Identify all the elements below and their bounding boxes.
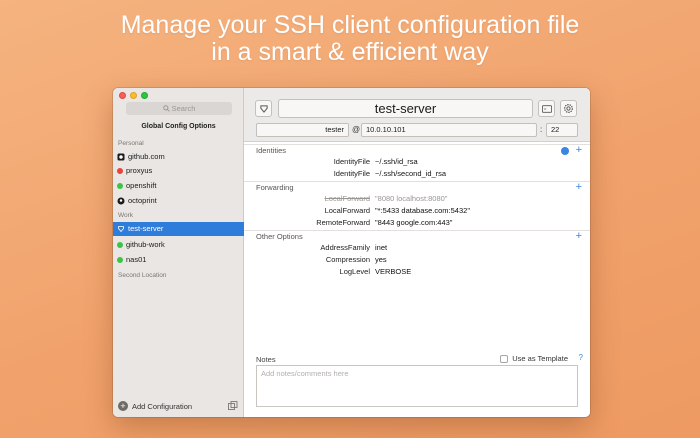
minimize-window-button[interactable]	[130, 92, 137, 99]
option-value[interactable]: "8080 localhost:8080"	[375, 193, 447, 205]
plus-icon: +	[118, 401, 128, 411]
port-field[interactable]: 22	[546, 123, 578, 137]
terminal-button[interactable]	[538, 100, 555, 117]
option-value[interactable]: VERBOSE	[375, 266, 411, 278]
option-key: LocalForward	[324, 194, 370, 203]
sidebar-item-octoprint[interactable]: octoprint	[113, 194, 244, 208]
headline: Manage your SSH client configuration fil…	[0, 12, 700, 66]
option-value[interactable]: "8443 google.com:443"	[375, 217, 452, 229]
octoprint-icon	[117, 197, 125, 205]
option-key: IdentityFile	[333, 169, 370, 178]
hostname-field[interactable]: 10.0.10.101	[361, 123, 537, 137]
group-header-other-options: Other Options +	[244, 230, 590, 242]
sidebar-item-label: proxyus	[126, 166, 153, 175]
server-icon	[118, 226, 124, 233]
add-option-button[interactable]: +	[576, 230, 582, 242]
option-value[interactable]: "*:5433 database.com:5432"	[375, 205, 470, 217]
section-header-work: Work	[118, 212, 134, 219]
option-row[interactable]: RemoteForward "8443 google.com:443"	[244, 217, 590, 229]
sidebar-item-label: openshift	[126, 181, 157, 190]
use-as-template-toggle[interactable]: Use as Template	[500, 354, 568, 363]
host-toolbar: test-server tester @ 10.0.10.101 : 22	[244, 88, 590, 142]
sidebar-item-label: test-server	[128, 224, 164, 233]
sidebar-item-label: octoprint	[128, 196, 157, 205]
window-controls	[119, 92, 148, 99]
group-title: Forwarding	[256, 183, 294, 192]
group-title: Identities	[256, 146, 287, 155]
status-dot-icon	[117, 183, 123, 189]
option-key: RemoteForward	[316, 218, 370, 227]
server-icon	[259, 104, 268, 113]
sidebar-item-label: github.com	[128, 152, 165, 161]
option-row[interactable]: LocalForward "*:5433 database.com:5432"	[244, 205, 590, 217]
host-icon-button[interactable]	[255, 100, 272, 117]
app-window: Search Global Config Options Personal gi…	[113, 88, 590, 417]
section-header-second-location: Second Location	[118, 272, 167, 279]
sidebar-item-openshift[interactable]: openshift	[113, 179, 244, 193]
host-name-field[interactable]: test-server	[278, 99, 533, 118]
status-dot-icon	[117, 257, 123, 263]
option-value[interactable]: ~/.ssh/id_rsa	[375, 156, 418, 168]
global-config-options[interactable]: Global Config Options	[113, 123, 244, 130]
option-row[interactable]: IdentityFile ~/.ssh/second_id_rsa	[244, 168, 590, 180]
group-header-forwarding: Forwarding +	[244, 181, 590, 193]
add-forwarding-button[interactable]: +	[576, 181, 582, 193]
option-row[interactable]: Compression yes	[244, 254, 590, 266]
option-value[interactable]: yes	[375, 254, 387, 266]
search-input[interactable]: Search	[126, 102, 232, 115]
user-field[interactable]: tester	[256, 123, 349, 137]
sidebar: Search Global Config Options Personal gi…	[113, 88, 244, 417]
option-row[interactable]: AddressFamily inet	[244, 242, 590, 254]
option-key: AddressFamily	[320, 243, 370, 252]
sidebar-item-proxyus[interactable]: proxyus	[113, 164, 244, 178]
group-title: Other Options	[256, 232, 303, 241]
duplicate-icon[interactable]	[228, 401, 238, 411]
search-placeholder: Search	[171, 104, 196, 113]
use-as-template-checkbox[interactable]	[500, 354, 509, 363]
sidebar-item-test-server[interactable]: test-server	[113, 222, 244, 236]
at-separator: @	[352, 125, 361, 134]
gear-icon	[564, 104, 573, 113]
sidebar-item-github-com[interactable]: github.com	[113, 150, 244, 164]
notes-placeholder: Add notes/comments here	[261, 369, 349, 378]
settings-button[interactable]	[560, 100, 577, 117]
search-icon	[162, 105, 170, 112]
sidebar-item-label: nas01	[126, 255, 147, 264]
check-icon	[561, 147, 569, 155]
status-dot-icon	[117, 242, 123, 248]
option-key: LogLevel	[339, 267, 370, 276]
headline-line-2: in a smart & efficient way	[211, 38, 489, 66]
notes-textarea[interactable]: Add notes/comments here	[256, 365, 578, 407]
option-value[interactable]: inet	[375, 242, 387, 254]
option-key: IdentityFile	[333, 157, 370, 166]
sidebar-item-github-work[interactable]: github-work	[113, 238, 244, 252]
option-value[interactable]: ~/.ssh/second_id_rsa	[375, 168, 446, 180]
help-icon[interactable]: ?	[579, 353, 583, 362]
option-row[interactable]: LocalForward "8080 localhost:8080"	[244, 193, 590, 205]
colon-separator: :	[540, 125, 543, 134]
add-configuration-label: Add Configuration	[132, 401, 193, 411]
close-window-button[interactable]	[119, 92, 126, 99]
terminal-icon	[541, 104, 552, 113]
headline-line-1: Manage your SSH client configuration fil…	[120, 11, 580, 39]
option-key: LocalForward	[324, 206, 370, 215]
add-configuration-button[interactable]: + Add Configuration	[118, 401, 192, 411]
main-panel: test-server tester @ 10.0.10.101 : 22 Id…	[244, 88, 590, 417]
notes-label: Notes	[256, 355, 276, 364]
status-dot-icon	[117, 168, 123, 174]
github-icon	[117, 153, 125, 161]
section-header-personal: Personal	[118, 140, 144, 147]
add-identity-button[interactable]: +	[576, 144, 582, 156]
sidebar-item-nas01[interactable]: nas01	[113, 253, 244, 267]
group-header-identities: Identities +	[244, 144, 590, 156]
option-row[interactable]: IdentityFile ~/.ssh/id_rsa	[244, 156, 590, 168]
sidebar-item-label: github-work	[126, 240, 165, 249]
option-row[interactable]: LogLevel VERBOSE	[244, 266, 590, 278]
use-as-template-label: Use as Template	[512, 354, 568, 363]
option-key: Compression	[325, 255, 370, 264]
zoom-window-button[interactable]	[141, 92, 148, 99]
